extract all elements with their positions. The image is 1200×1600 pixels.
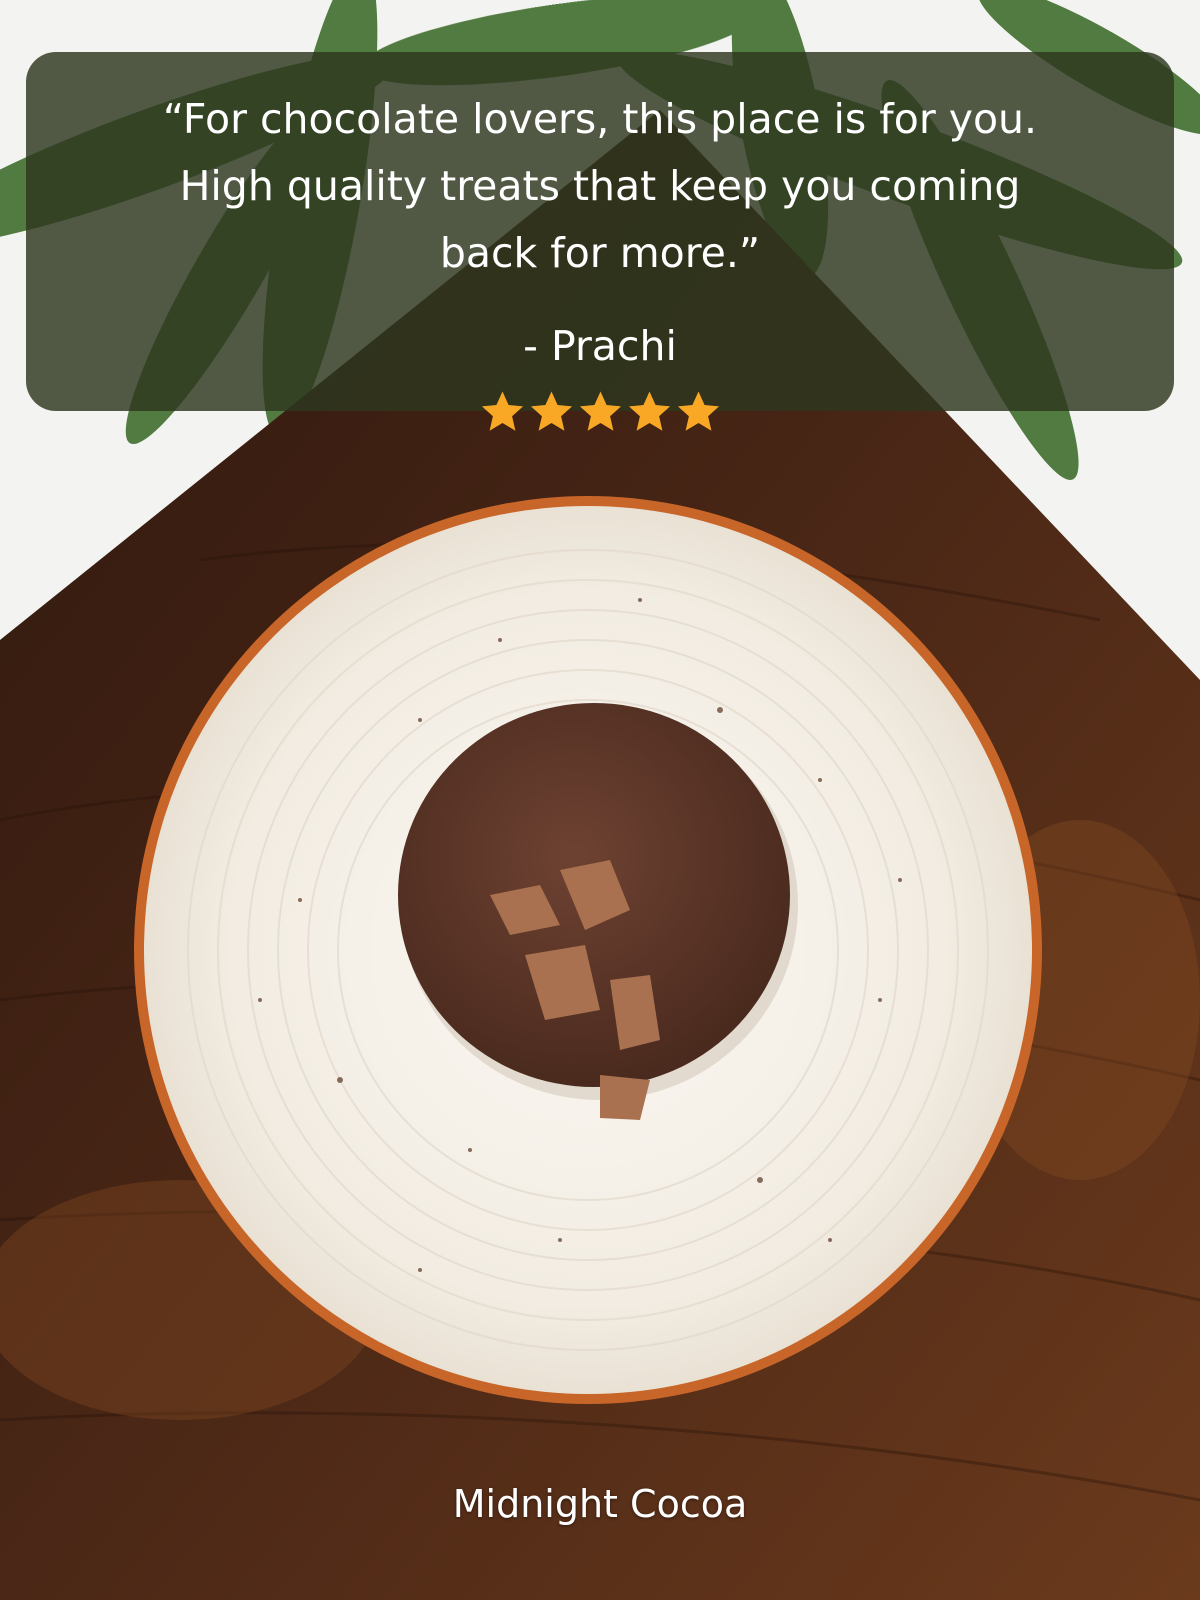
review-card: “For chocolate lovers, this place is for…	[26, 52, 1174, 431]
quote-line: “For chocolate lovers, this place is for…	[162, 95, 1038, 143]
star-icon	[530, 391, 572, 431]
star-icon	[628, 391, 670, 431]
product-name: Midnight Cocoa	[452, 1482, 748, 1526]
star-icon	[579, 391, 621, 431]
star-icon	[481, 391, 523, 431]
review-quote: “For chocolate lovers, this place is for…	[26, 95, 1174, 321]
quote-line: back for more.”	[439, 229, 761, 277]
review-author: - Prachi	[523, 322, 677, 370]
star-icon	[677, 391, 719, 431]
star-rating	[26, 388, 1174, 435]
quote-line: High quality treats that keep you coming	[179, 162, 1021, 210]
